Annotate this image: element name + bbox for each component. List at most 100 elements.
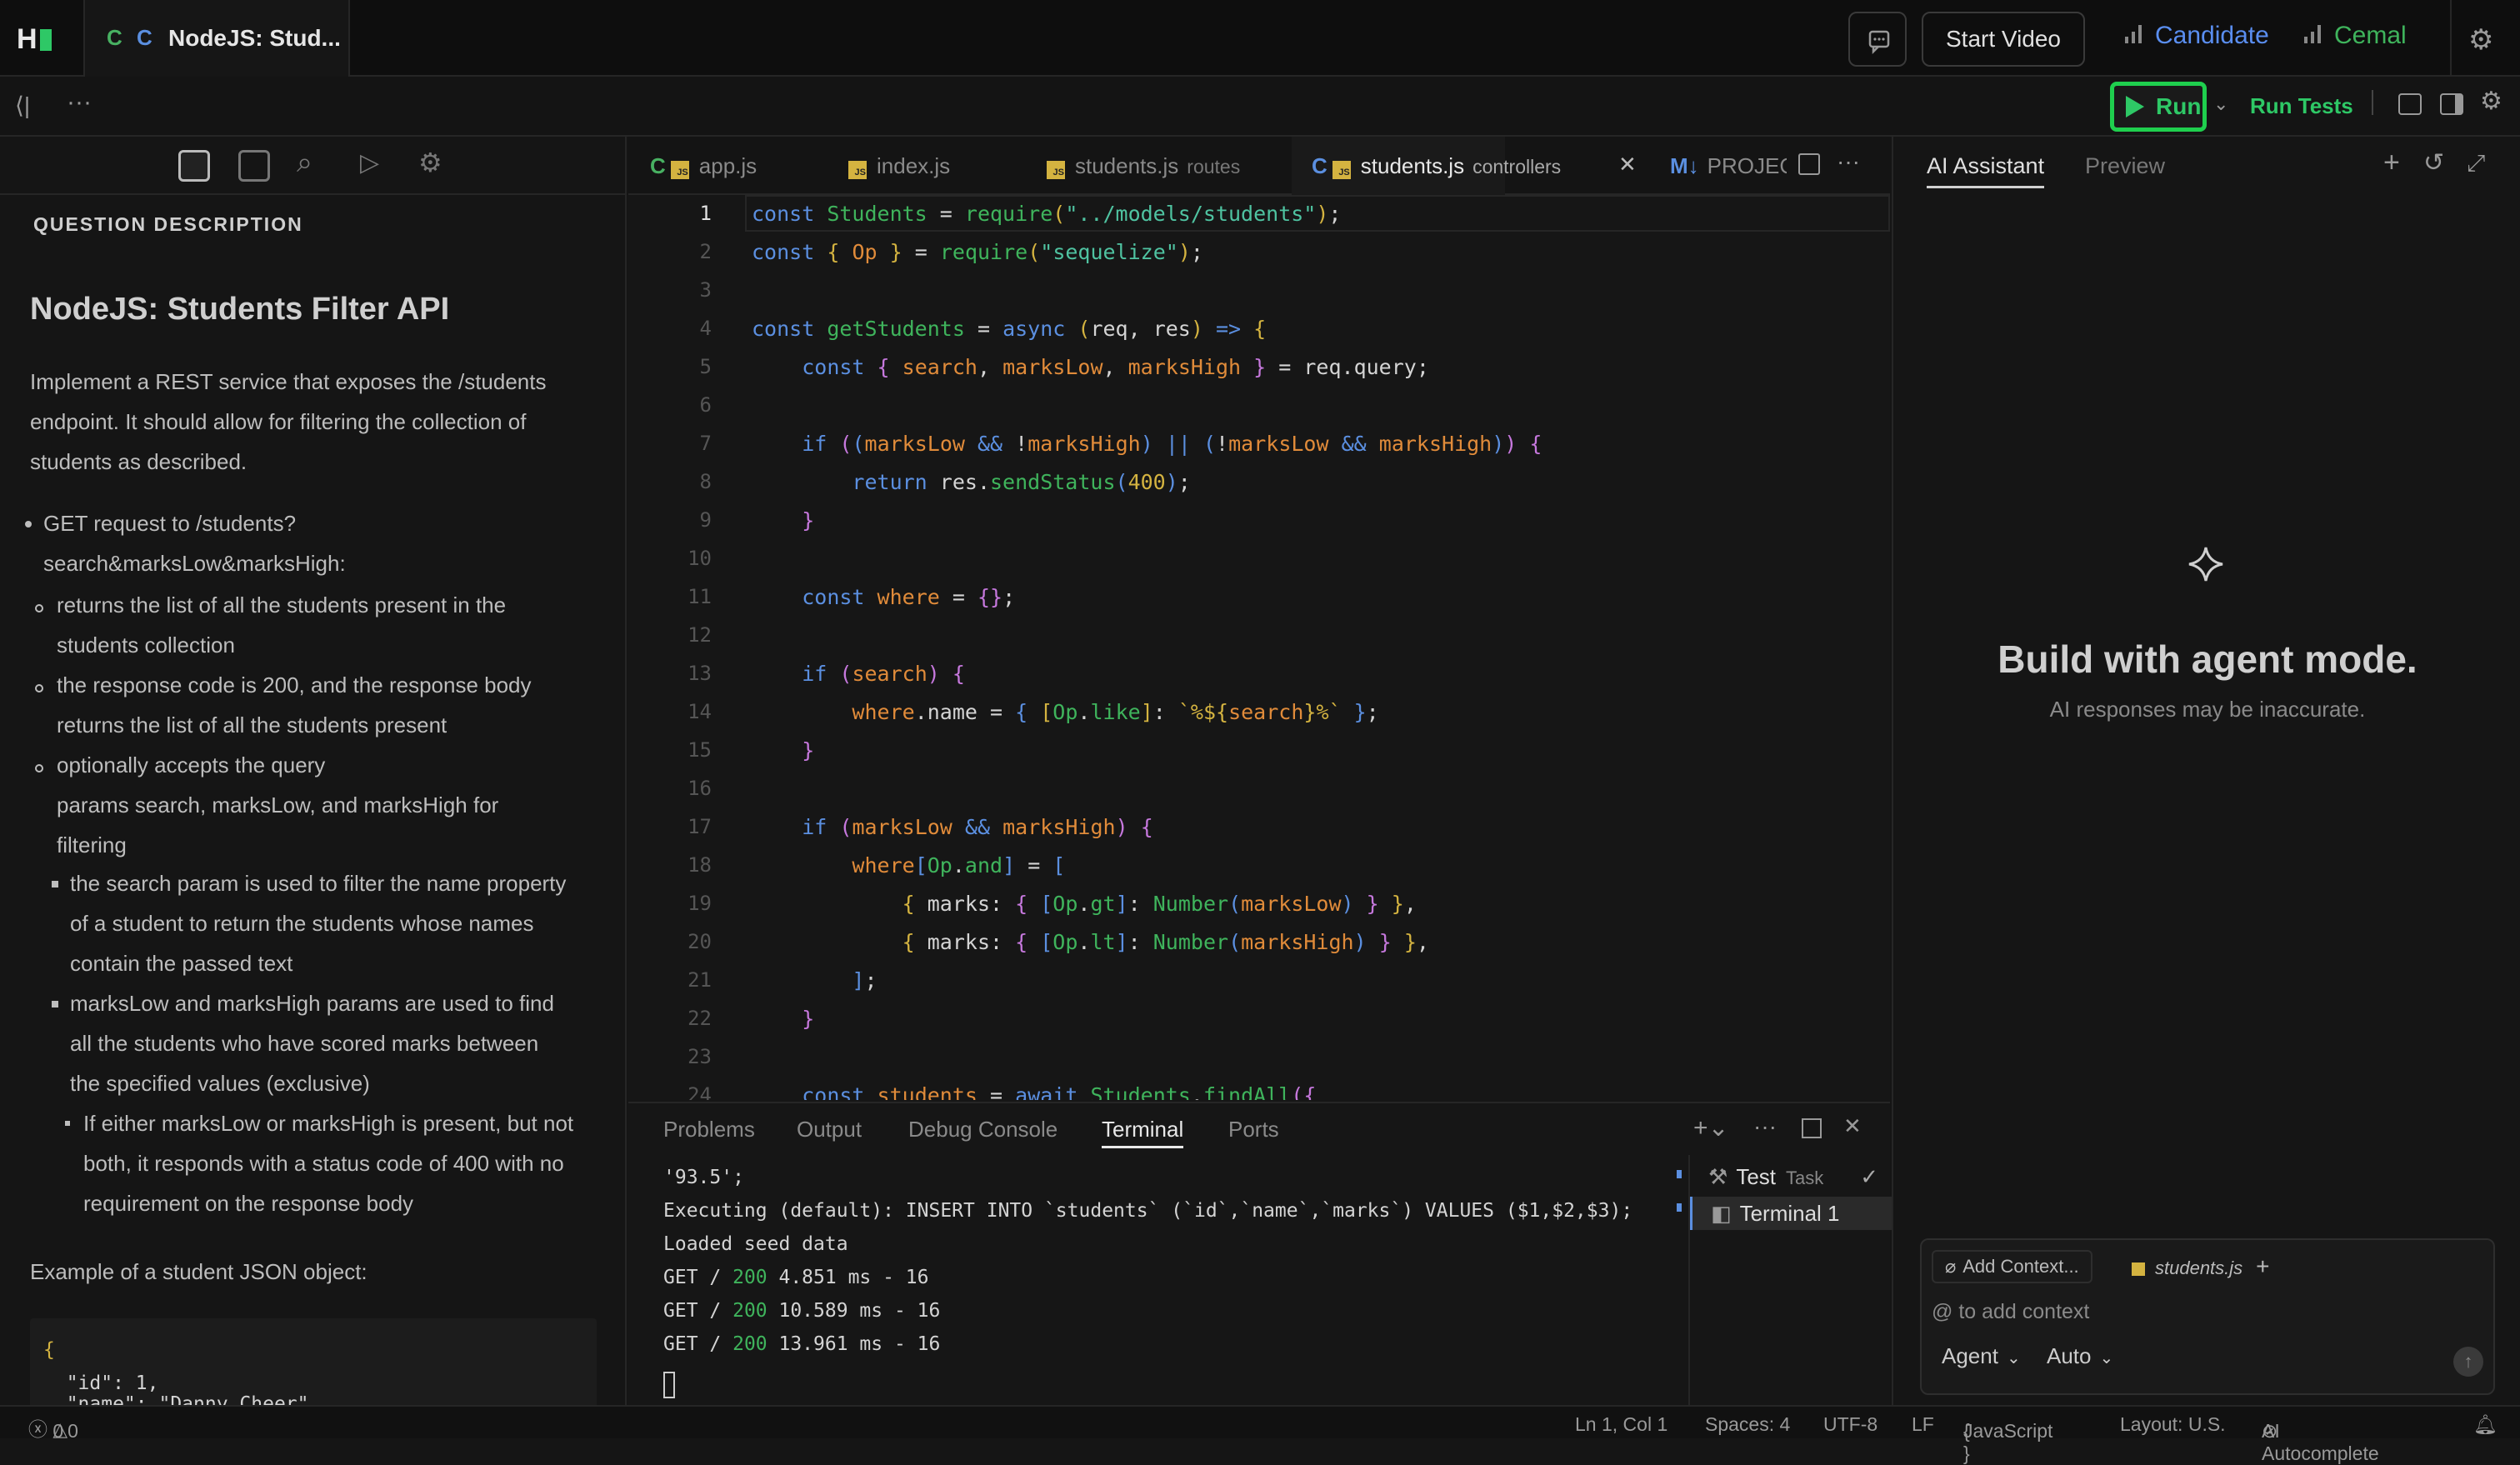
- line-number: 2: [699, 240, 712, 263]
- send-button[interactable]: ↑: [2453, 1347, 2483, 1377]
- tab-index-js[interactable]: JS index.js: [848, 137, 950, 195]
- tab-preview[interactable]: Preview: [2085, 153, 2165, 179]
- run-button[interactable]: Run: [2110, 82, 2207, 132]
- notifications-bell-icon[interactable]: 🔔︎: [2473, 1413, 2498, 1436]
- extensions-icon[interactable]: ⚙: [418, 147, 442, 178]
- play-icon: [2126, 96, 2144, 118]
- chat-button[interactable]: [1848, 12, 1907, 67]
- list-item: returns the list of all the students pre…: [57, 592, 507, 658]
- scroll-marker: [1677, 1170, 1682, 1178]
- tab-problems[interactable]: Problems: [663, 1117, 755, 1142]
- encoding[interactable]: UTF-8: [1823, 1413, 1878, 1436]
- chat-composer: ⌀ Add Context... students.js + @ to add co…: [1920, 1238, 2495, 1395]
- tab-students-controllers[interactable]: C JS students.js controllers: [1292, 137, 1561, 195]
- chevron-down-icon: ⌄: [2099, 1349, 2114, 1368]
- tab-ports[interactable]: Ports: [1228, 1117, 1279, 1142]
- indentation[interactable]: Spaces: 4: [1705, 1413, 1790, 1436]
- keyboard-layout[interactable]: Layout: U.S.: [2120, 1413, 2226, 1436]
- list-item: optionally accepts the query params searc…: [57, 752, 499, 858]
- run-tests-button[interactable]: Run Tests: [2250, 93, 2353, 119]
- question-tab[interactable]: C C NodeJS: Stud...: [83, 0, 350, 77]
- panel-toggle-icon[interactable]: [2440, 93, 2463, 115]
- check-icon: ✓: [1860, 1164, 1878, 1189]
- new-chat-icon[interactable]: +: [2383, 147, 2400, 179]
- terminal-line: GET / 200 13.961 ms - 16: [663, 1333, 941, 1355]
- maximize-panel-icon[interactable]: [1802, 1118, 1822, 1138]
- more-actions-icon[interactable]: ···: [1753, 1113, 1777, 1140]
- app-logo[interactable]: H: [17, 23, 52, 56]
- description-icon[interactable]: [178, 150, 210, 182]
- files-icon[interactable]: [238, 150, 270, 182]
- more-actions-icon[interactable]: ···: [1837, 148, 1860, 175]
- tab-students-routes[interactable]: JS students.js routes: [1047, 137, 1240, 195]
- mode-select[interactable]: Agent ⌄: [1942, 1343, 2021, 1369]
- agent-mode-heading: Build with agent mode.: [1998, 638, 2418, 681]
- line-number: 24: [688, 1083, 712, 1100]
- left-panel-nav: ⌕ ▷ ⚙: [0, 137, 627, 195]
- arrow-up-icon: ↑: [2463, 1351, 2473, 1372]
- chat-icon: [1868, 30, 1890, 55]
- paperclip-icon: ⌀: [1945, 1256, 1957, 1277]
- editor-tab-bar: C JS app.js JS index.js JS students.js routes…: [628, 137, 1890, 195]
- example-label: Example of a student JSON object:: [30, 1259, 368, 1284]
- line-number: 15: [688, 738, 712, 762]
- code-editor[interactable]: C JS app.js JS index.js JS students.js routes…: [628, 137, 1890, 1102]
- section-label: QUESTION DESCRIPTION: [33, 213, 303, 235]
- line-number: 13: [688, 662, 712, 685]
- terminal-toggle-icon[interactable]: [2398, 93, 2422, 115]
- add-context-button[interactable]: ⌀ Add Context...: [1932, 1250, 2092, 1283]
- add-file-icon[interactable]: +: [2256, 1253, 2269, 1279]
- run-options-chevron-icon[interactable]: ⌄: [2213, 93, 2228, 115]
- more-options-icon[interactable]: ···: [67, 88, 92, 117]
- run-label: Run: [2156, 93, 2202, 119]
- tab-project[interactable]: M↓ PROJEC: [1670, 137, 1787, 195]
- bullet-icon: [52, 881, 58, 888]
- context-file-chip[interactable]: students.js +: [2132, 1250, 2270, 1283]
- start-video-button[interactable]: Start Video: [1922, 12, 2085, 67]
- terminal-item-test[interactable]: ⚒ Test Task ✓: [1690, 1160, 1892, 1193]
- terminal-item-terminal-1[interactable]: ◧ Terminal 1: [1690, 1197, 1892, 1230]
- close-panel-icon[interactable]: ✕: [1843, 1113, 1862, 1139]
- terminal-cursor: [663, 1372, 675, 1398]
- code-line: {: [43, 1339, 55, 1361]
- settings-gear-icon[interactable]: ⚙: [2468, 23, 2493, 57]
- history-icon[interactable]: ↺: [2423, 148, 2444, 178]
- tab-output[interactable]: Output: [797, 1117, 862, 1142]
- expand-icon[interactable]: ⤢: [2467, 150, 2485, 178]
- close-tab-icon[interactable]: ✕: [1618, 152, 1637, 178]
- top-bar: H C C NodeJS: Stud... Start Video Candid…: [0, 0, 2520, 77]
- tab-app-js[interactable]: C JS app.js: [650, 137, 757, 195]
- chat-input[interactable]: @ to add context: [1932, 1295, 2482, 1328]
- line-number: 21: [688, 968, 712, 992]
- collapse-sidebar-icon[interactable]: ⟨|: [15, 92, 30, 119]
- list-item: the search param is used to filter the n…: [70, 871, 567, 976]
- line-number: 23: [688, 1045, 712, 1068]
- tab-ai-assistant[interactable]: AI Assistant: [1927, 153, 2045, 188]
- line-ending[interactable]: LF: [1912, 1413, 1934, 1436]
- js-file-icon: [2132, 1262, 2145, 1276]
- editor-settings-icon[interactable]: ⚙: [2480, 87, 2502, 116]
- run-debug-icon[interactable]: ▷: [360, 148, 379, 178]
- tab-terminal[interactable]: Terminal: [1102, 1117, 1184, 1148]
- intro-text: Implement a REST service that exposes th…: [30, 369, 547, 474]
- search-icon[interactable]: ⌕: [297, 147, 312, 179]
- candidate-status[interactable]: Candidate: [2125, 22, 2269, 50]
- line-number: 3: [699, 278, 712, 302]
- interviewer-label: Cemal: [2334, 22, 2407, 49]
- cursor-position[interactable]: Ln 1, Col 1: [1575, 1413, 1668, 1436]
- interviewer-status[interactable]: Cemal: [2304, 22, 2407, 50]
- line-number: 5: [699, 355, 712, 378]
- list-item: If either marksLow or marksHigh is prese…: [83, 1111, 574, 1216]
- problems-indicator[interactable]: ⓧ 0 △ 0: [28, 1413, 78, 1442]
- model-select[interactable]: Auto ⌄: [2047, 1343, 2113, 1369]
- bullet-icon: [65, 1121, 70, 1126]
- example-code-block: { "id": 1, "name": "Danny Cheer",: [30, 1318, 597, 1410]
- split-editor-icon[interactable]: [1798, 153, 1820, 175]
- new-terminal-icon[interactable]: +⌄: [1693, 1113, 1729, 1142]
- tab-debug-console[interactable]: Debug Console: [908, 1117, 1058, 1142]
- candidate-label: Candidate: [2155, 22, 2269, 49]
- list-item: marksLow and marksHigh params are used t…: [70, 991, 554, 1096]
- logo-text: H: [17, 23, 38, 55]
- agent-mode-subheading: AI responses may be inaccurate.: [2049, 697, 2366, 722]
- list-item: the response code is 200, and the respon…: [57, 672, 532, 738]
